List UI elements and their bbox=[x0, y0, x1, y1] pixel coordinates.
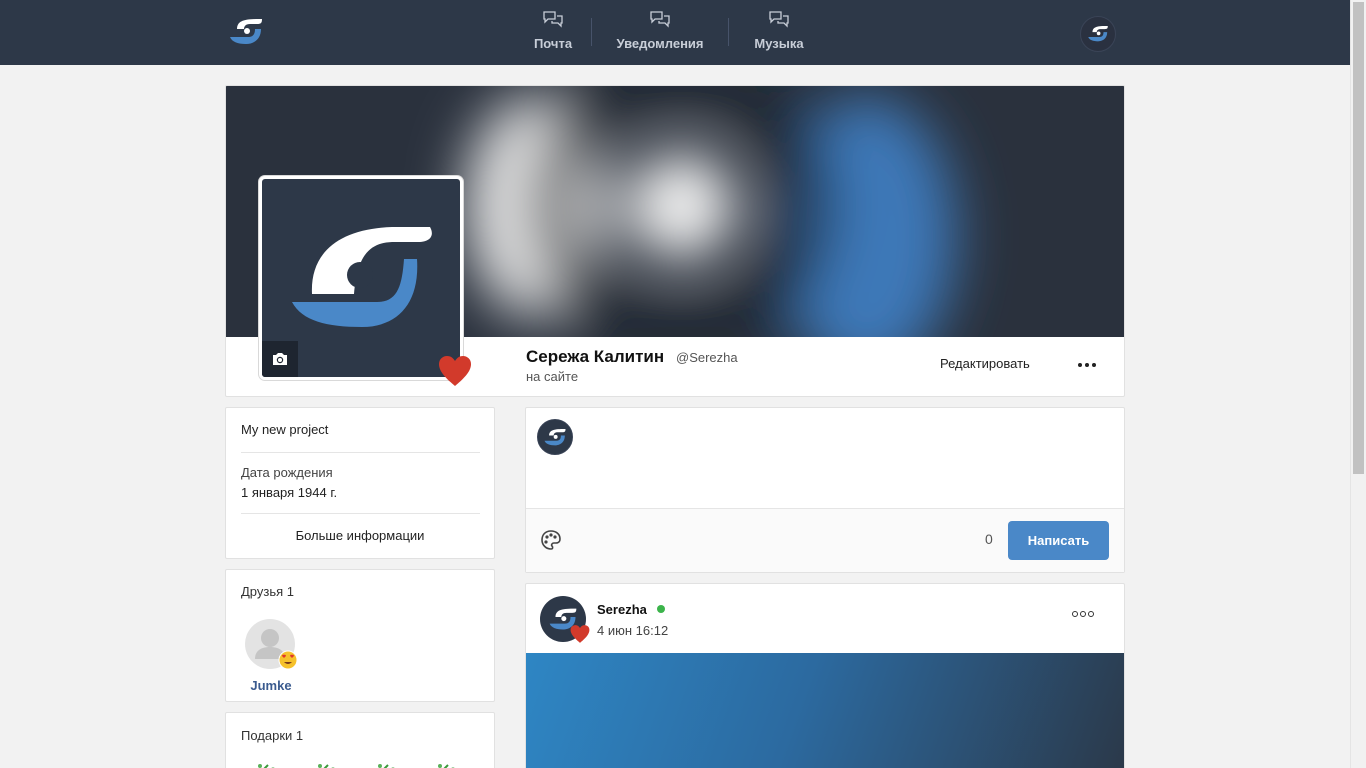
gifts-title[interactable]: Подарки 1 bbox=[241, 728, 303, 743]
site-logo-icon bbox=[1088, 26, 1108, 42]
page-scrollbar[interactable] bbox=[1350, 0, 1366, 768]
nav-music-label: Музыка bbox=[754, 36, 804, 51]
profile-name: Сережа Калитин bbox=[526, 347, 665, 366]
camera-icon bbox=[273, 353, 287, 365]
scrollbar-thumb[interactable] bbox=[1353, 2, 1364, 474]
heart-icon bbox=[570, 625, 590, 643]
heart-icon bbox=[439, 356, 471, 386]
friend-item[interactable]: Jumke bbox=[245, 619, 298, 693]
divider bbox=[241, 452, 480, 453]
dot-icon bbox=[1092, 363, 1096, 367]
gift-icon[interactable] bbox=[248, 761, 282, 768]
profile-more-button[interactable] bbox=[1070, 354, 1104, 376]
chat-bubbles-icon bbox=[650, 11, 670, 28]
gift-icon[interactable] bbox=[308, 761, 342, 768]
dot-icon bbox=[1080, 611, 1086, 617]
profile-username: @Serezha bbox=[676, 350, 738, 365]
heart-eyes-emoji-icon bbox=[278, 650, 298, 670]
top-navbar: Почта Уведомления Музыка bbox=[0, 0, 1350, 65]
profile-online-status: на сайте bbox=[526, 369, 579, 384]
chat-bubbles-icon bbox=[769, 11, 789, 28]
more-info-link[interactable]: Больше информации bbox=[226, 528, 494, 543]
friends-title[interactable]: Друзья 1 bbox=[241, 584, 294, 599]
birthday-label: Дата рождения bbox=[241, 465, 333, 480]
friends-card: Друзья 1 Jumke bbox=[225, 569, 495, 702]
online-indicator bbox=[657, 605, 665, 613]
feed-post: Serezha 4 июн 16:12 bbox=[525, 583, 1125, 768]
profile-info-card: My new project Дата рождения 1 января 19… bbox=[225, 407, 495, 559]
nav-mail-label: Почта bbox=[533, 36, 573, 51]
nav-notifications[interactable]: Уведомления bbox=[592, 0, 728, 65]
site-logo-icon[interactable] bbox=[228, 16, 264, 48]
divider bbox=[241, 513, 480, 514]
dot-icon bbox=[1078, 363, 1082, 367]
user-menu-avatar[interactable] bbox=[1080, 16, 1116, 52]
chat-bubbles-icon bbox=[543, 11, 563, 28]
nav-mail[interactable]: Почта bbox=[515, 0, 591, 65]
nav-notifications-label: Уведомления bbox=[616, 36, 704, 51]
change-photo-button[interactable] bbox=[262, 341, 298, 377]
composer-footer: 0 Написать bbox=[526, 508, 1124, 572]
friend-name[interactable]: Jumke bbox=[245, 678, 297, 693]
post-image[interactable] bbox=[526, 653, 1124, 768]
post-submit-button[interactable]: Написать bbox=[1008, 521, 1109, 560]
dot-icon bbox=[1088, 611, 1094, 617]
composer-avatar bbox=[537, 419, 573, 455]
post-author-name[interactable]: Serezha bbox=[597, 602, 647, 617]
profile-avatar[interactable] bbox=[259, 176, 463, 380]
friend-avatar bbox=[245, 619, 298, 670]
new-post-composer[interactable]: 0 Написать bbox=[525, 407, 1125, 573]
gift-icon[interactable] bbox=[428, 761, 462, 768]
dot-icon bbox=[1072, 611, 1078, 617]
main-nav: Почта Уведомления Музыка bbox=[515, 0, 829, 65]
nav-music[interactable]: Музыка bbox=[729, 0, 829, 65]
post-more-button[interactable] bbox=[1068, 604, 1098, 624]
char-counter: 0 bbox=[985, 531, 993, 547]
dot-icon bbox=[1085, 363, 1089, 367]
site-logo-icon bbox=[544, 428, 566, 445]
gifts-card: Подарки 1 bbox=[225, 712, 495, 768]
edit-profile-button[interactable]: Редактировать bbox=[940, 356, 1030, 371]
profile-about: My new project bbox=[241, 422, 329, 437]
gift-icon[interactable] bbox=[368, 761, 402, 768]
birthday-value: 1 января 1944 г. bbox=[241, 485, 338, 500]
palette-icon[interactable] bbox=[540, 529, 562, 551]
post-timestamp[interactable]: 4 июн 16:12 bbox=[597, 623, 668, 638]
